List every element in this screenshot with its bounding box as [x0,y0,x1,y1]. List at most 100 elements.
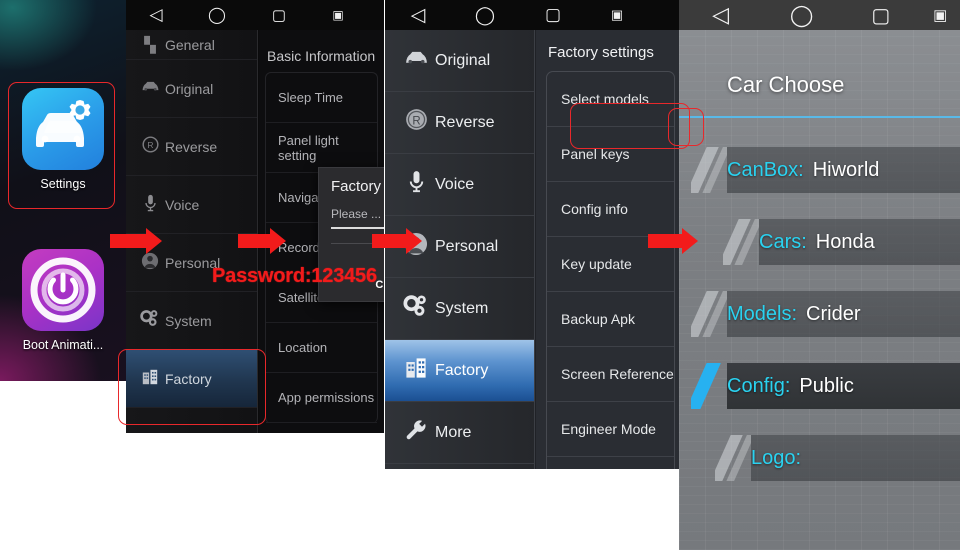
sidebar-item-label: Factory [165,370,212,387]
sidebar-item-reverse[interactable]: R Reverse [126,118,257,176]
building-icon [397,356,435,386]
sidebar-item-factory[interactable]: Factory [126,350,257,408]
sidebar-item-voice[interactable]: Voice [385,154,534,216]
app-boot-animation[interactable]: Boot Animati... [13,249,113,352]
row-key: Config: [727,374,791,397]
car-choose-row-canbox[interactable]: CanBox: Hiworld [691,147,960,193]
row-key: Logo: [751,446,802,469]
home-icon[interactable]: ◯ [762,3,841,28]
app-settings[interactable]: Settings [13,88,113,191]
page-title: Factory settings [548,44,654,61]
app-label: Boot Animati... [22,338,104,352]
password-annotation: Password:123456 [212,265,377,287]
row-key: CanBox: [727,158,804,181]
car-choose-panel: ◁ ◯ ▢ ▣ Car Choose CanBox: Hiworld Cars:… [679,0,960,550]
recents-icon[interactable]: ▢ [841,3,920,28]
sidebar-item-voice[interactable]: Voice [126,176,257,234]
title-divider [679,116,960,118]
car-icon [135,80,165,97]
svg-text:R: R [147,140,153,150]
microphone-icon [397,170,435,199]
list-item[interactable]: Sleep Time [266,73,377,123]
flow-arrow-2 [238,228,286,254]
car-settings-icon[interactable] [22,88,104,170]
sidebar-item-more[interactable]: More [385,402,534,464]
flow-arrow-3 [372,228,422,254]
car-choose-row-config[interactable]: Config: Public [691,363,960,409]
screenshot-icon[interactable]: ▣ [310,8,366,22]
grid-icon: ▚ [144,36,156,54]
car-choose-row-logo[interactable]: Logo: [715,435,960,481]
row-slash-decoration [723,219,759,265]
sidebar-item-label: More [435,423,472,441]
list-item-select-models[interactable]: Select models [547,72,674,127]
back-icon[interactable]: ◁ [385,4,451,27]
sidebar-item-reverse[interactable]: R Reverse [385,92,534,154]
sidebar-item-system[interactable]: System [385,278,534,340]
android-navbar: ◁ ◯ ▢ ▣ [385,0,679,30]
flow-arrow-4 [648,228,698,254]
reverse-r-icon: R [397,108,435,137]
factory-list: Select models Panel keys Config info Key… [546,71,675,469]
row-slash-decoration [691,291,727,337]
row-value: Honda [815,230,875,253]
flow-arrow-1 [110,228,162,254]
sidebar-item-label: System [165,312,212,329]
sidebar-item-label: Original [435,51,491,69]
sidebar-item-label: Voice [435,175,475,193]
sidebar-item-original[interactable]: Original [385,30,534,92]
list-item[interactable]: App permissions [266,373,377,423]
screenshot-icon[interactable]: ▣ [587,7,647,23]
settings-panel: ◁ ◯ ▢ ▣ ▚ General Original R Reverse Voi… [126,0,384,433]
power-icon[interactable] [22,249,104,331]
page-title: Car Choose [727,72,845,97]
list-item[interactable]: Panel light setting [266,123,377,173]
gears-icon [397,294,435,323]
list-item-panel-keys[interactable]: Panel keys [547,127,674,182]
home-icon[interactable]: ◯ [451,5,519,26]
car-choose-row-models[interactable]: Models: Crider [691,291,960,337]
list-item[interactable]: Location [266,323,377,373]
car-icon [397,50,435,72]
row-slash-decoration [691,147,727,193]
svg-text:R: R [412,115,420,127]
person-icon [135,252,165,274]
sidebar-item-factory[interactable]: Factory [385,340,534,402]
android-navbar: ◁ ◯ ▢ ▣ [126,0,384,30]
sidebar-item-system[interactable]: System [126,292,257,350]
factory-settings-panel: ◁ ◯ ▢ ▣ Original R Reverse Voice Persona… [385,0,679,469]
launcher-panel: Settings Boot Animati... [0,0,126,381]
list-item-screen-reference[interactable]: Screen Reference [547,347,674,402]
recents-icon[interactable]: ▢ [248,6,310,24]
row-value: Hiworld [812,158,880,181]
app-label: Settings [40,177,86,191]
wrench-icon [397,418,435,448]
recents-icon[interactable]: ▢ [519,5,587,25]
android-navbar: ◁ ◯ ▢ ▣ [679,0,960,30]
sidebar-item-label: Reverse [165,138,218,155]
back-icon[interactable]: ◁ [126,5,186,25]
sidebar-item-label: Voice [165,196,200,213]
back-icon[interactable]: ◁ [679,2,762,28]
row-value: Crider [806,302,861,325]
sidebar-item-label: Reverse [435,113,495,131]
sidebar-item-label: Factory [435,361,489,379]
screenshot-icon[interactable]: ▣ [920,6,960,24]
car-choose-row-cars[interactable]: Cars: Honda [723,219,960,265]
list-item-backup-apk[interactable]: Backup Apk [547,292,674,347]
reverse-r-icon: R [135,136,165,157]
home-icon[interactable]: ◯ [186,5,248,25]
sidebar-item-label: Original [165,80,214,97]
sidebar-item-label: System [435,299,489,317]
list-item-engineer-mode[interactable]: Engineer Mode [547,402,674,457]
row-value: Public [799,374,854,397]
row-slash-decoration [691,363,727,409]
dialog-title: Factory [331,178,382,195]
sidebar-item-general[interactable]: ▚ General [126,30,257,60]
page-title: Basic Information [267,48,376,64]
screenshot-stage: Settings Boot Animati... ◁ ◯ ▢ ▣ ▚ Gener… [0,0,960,550]
sidebar-item-original[interactable]: Original [126,60,257,118]
gears-icon [135,309,165,332]
sidebar-item-label: Personal [435,237,499,255]
row-key: Cars: [759,230,807,253]
